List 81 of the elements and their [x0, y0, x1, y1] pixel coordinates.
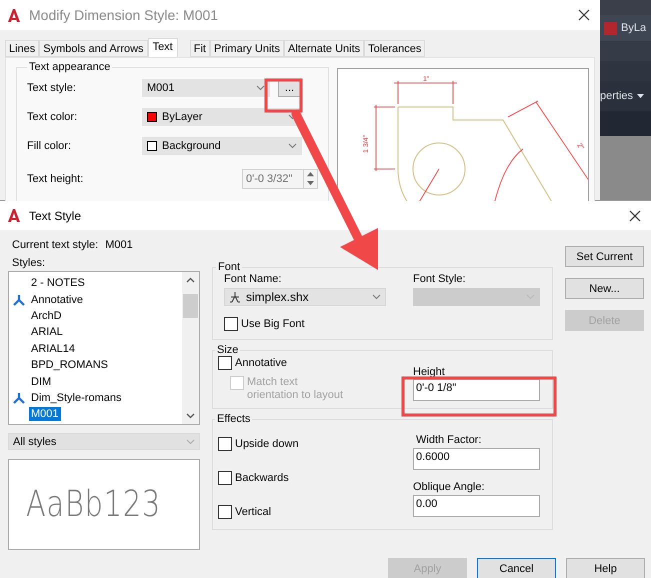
height-field[interactable]: 0'-0 1/8"	[413, 379, 540, 401]
window-title: Text Style	[29, 208, 82, 222]
close-icon[interactable]	[629, 210, 641, 222]
field-label: Fill color:	[27, 140, 72, 152]
checkbox[interactable]	[218, 505, 232, 519]
group-title: Size	[216, 344, 240, 356]
app-logo-icon	[7, 208, 21, 223]
list-item[interactable]: M001	[29, 407, 61, 422]
highlight-frame	[264, 78, 302, 112]
list-item[interactable]: ARIAL14	[29, 342, 78, 356]
checkbox[interactable]	[218, 471, 232, 485]
checkbox-label: Annotative	[235, 356, 287, 370]
panel-title: perties	[600, 90, 634, 102]
chevron-down-icon	[256, 85, 265, 91]
list-item[interactable]: Dim_Style-romans	[29, 390, 124, 405]
chevron-down-icon	[288, 143, 297, 149]
checkbox-label: Match text orientation to layout	[247, 376, 344, 402]
group-title: Text appearance	[28, 61, 112, 73]
checkbox[interactable]	[218, 356, 232, 370]
field-label: Font Style:	[413, 273, 467, 285]
text-height-spinner[interactable]: 0'-0 3/32"	[242, 169, 318, 189]
text-style-dropdown[interactable]: M001	[142, 79, 270, 97]
field-label: Font Name:	[224, 273, 282, 285]
sample-text: AaBb123	[26, 484, 162, 525]
checkbox-label: Vertical	[235, 506, 272, 518]
list-item[interactable]: BPD_ROMANS	[29, 358, 110, 372]
font-name-dropdown[interactable]: simplex.shx	[224, 288, 386, 306]
window-title: Modify Dimension Style: M001	[29, 7, 220, 23]
field-label: Height	[413, 366, 446, 378]
tripod-icon	[13, 392, 25, 404]
field-label: Current text style:	[12, 239, 98, 251]
dialog-button[interactable]: Set Current	[565, 246, 644, 267]
group-title: Effects	[216, 413, 252, 425]
caret-down-icon	[637, 94, 644, 98]
tab[interactable]: Fit	[190, 40, 210, 57]
style-filter-dropdown[interactable]: All styles	[8, 433, 200, 450]
chevron-down-icon	[372, 294, 381, 300]
caret-down-icon	[307, 181, 314, 186]
checkbox-label: Use Big Font	[241, 318, 305, 330]
tab[interactable]: Lines	[5, 40, 40, 57]
field-label: Oblique Angle:	[413, 481, 486, 493]
current-style-name: M001	[105, 239, 133, 251]
list-item[interactable]: ArchD	[29, 308, 64, 323]
checkbox[interactable]	[224, 317, 238, 331]
dialog-button[interactable]: Help	[566, 558, 645, 578]
checkbox[interactable]	[218, 437, 232, 451]
tab[interactable]: Tolerances	[364, 40, 426, 57]
checkbox-label: Upside down	[235, 438, 299, 450]
list-item[interactable]: Annotative	[29, 292, 85, 307]
caret-up-icon	[307, 172, 314, 177]
field-label: Styles:	[11, 257, 46, 269]
tab[interactable]: Alternate Units	[284, 40, 364, 57]
width-factor-field[interactable]: 0.6000	[413, 448, 540, 470]
list-item[interactable]: DIM	[29, 374, 54, 389]
dialog-button[interactable]: Cancel	[477, 558, 556, 578]
ribbon-band	[600, 41, 651, 61]
tripod-icon	[13, 294, 25, 306]
chevron-up-icon[interactable]	[186, 277, 195, 283]
chevron-down-icon	[186, 438, 195, 444]
scrollbar[interactable]	[182, 272, 199, 424]
checkbox-label: Backwards	[235, 472, 289, 484]
group-title: Font	[217, 261, 242, 273]
tab[interactable]: Primary Units	[210, 40, 284, 57]
app-logo-icon	[7, 8, 21, 22]
field-label: Text style:	[27, 82, 77, 94]
list-item[interactable]: 2 - NOTES	[29, 276, 87, 290]
tab[interactable]: Text	[148, 38, 178, 57]
chevron-down-icon[interactable]	[186, 413, 195, 419]
field-label: Width Factor:	[415, 434, 482, 446]
field-label: Text height:	[27, 173, 84, 185]
tab[interactable]: Symbols and Arrows	[39, 40, 148, 57]
scroll-thumb[interactable]	[183, 294, 198, 318]
list-item[interactable]: ARIAL	[29, 325, 65, 340]
layer-name: ByLa	[621, 22, 646, 34]
close-icon[interactable]	[578, 9, 590, 21]
font-type-icon	[229, 291, 241, 303]
oblique-angle-field[interactable]: 0.00	[413, 495, 540, 517]
color-dropdown[interactable]: Background	[142, 137, 302, 155]
color-dropdown[interactable]: ByLayer	[142, 108, 302, 126]
field-label: Text color:	[27, 111, 78, 123]
dialog-button[interactable]: New...	[565, 278, 644, 299]
